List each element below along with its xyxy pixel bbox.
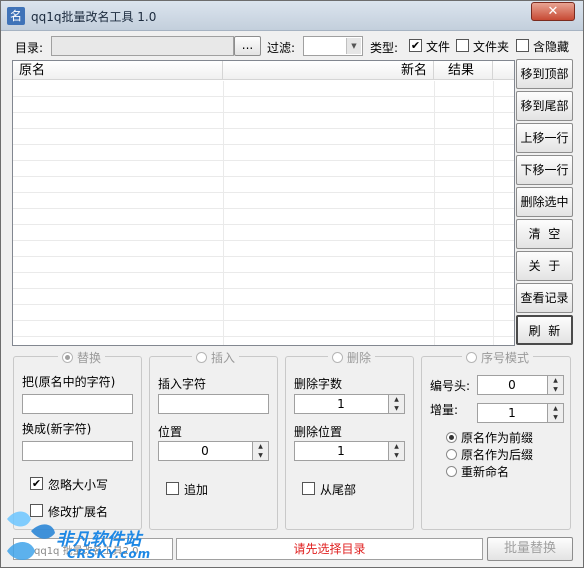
insert-pos-spinner[interactable]: 0 ▲ ▼ [158, 441, 269, 461]
filter-label: 过滤: [267, 41, 296, 55]
file-list[interactable]: 原名 新名 结果 [12, 60, 515, 346]
type-folder-label: 文件夹 [473, 40, 510, 54]
replace-group: 替换 把(原名中的字符) 换成(新字符) ✔ 忽略大小写 修改扩展名 [13, 349, 142, 530]
browse-button[interactable]: ... [234, 36, 261, 56]
move-down-button[interactable]: 下移一行 [516, 155, 573, 185]
insert-chars-label: 插入字符 [158, 377, 207, 391]
delete-pos-value: 1 [337, 444, 345, 458]
col-result[interactable]: 结果 [434, 61, 493, 80]
list-rows [13, 81, 514, 345]
dir-label: 目录: [15, 41, 44, 55]
spinner-arrows-icon[interactable]: ▲ ▼ [252, 442, 268, 460]
type-file-label: 文件 [426, 40, 451, 54]
delete-pos-label: 删除位置 [294, 425, 343, 439]
watermark-domain: CRSKY.com [67, 547, 152, 561]
serial-group: 序号模式 编号头: 0 ▲ ▼ 增量: 1 ▲ ▼ 原名作为前缀 原名作为后缀 重新… [421, 349, 571, 530]
batch-replace-button[interactable]: 批量替换 [487, 537, 573, 561]
insert-pos-label: 位置 [158, 425, 183, 439]
step-value: 1 [508, 406, 516, 420]
mode-suffix-label: 原名作为后缀 [461, 448, 534, 462]
type-label: 类型: [370, 41, 399, 55]
status-message: 请先选择目录 [293, 542, 366, 556]
list-col-divider [434, 81, 435, 345]
delete-selected-button[interactable]: 删除选中 [516, 187, 573, 217]
type-hidden-label: 含隐藏 [533, 40, 570, 54]
delete-group: 删除 删除字数 1 ▲ ▼ 删除位置 1 ▲ ▼ 从尾部 [285, 349, 414, 530]
radio-icon [62, 352, 73, 363]
delete-pos-spinner[interactable]: 1 ▲ ▼ [294, 441, 405, 461]
prefix-value: 0 [508, 378, 516, 392]
step-label: 增量: [430, 403, 459, 417]
replace-to-input[interactable] [22, 441, 133, 461]
from-end-label: 从尾部 [320, 483, 357, 497]
ignore-case-checkbox[interactable]: ✔ [30, 477, 43, 490]
view-log-button[interactable]: 查看记录 [516, 283, 573, 313]
mode-prefix-option[interactable]: 原名作为前缀 [446, 429, 533, 446]
replace-from-input[interactable] [22, 394, 133, 414]
title-bar: 名 qq1q批量改名工具 1.0 ✕ [1, 1, 583, 31]
move-bottom-button[interactable]: 移到尾部 [516, 91, 573, 121]
radio-icon [446, 466, 457, 477]
dir-input[interactable] [51, 36, 234, 56]
insert-legend: 插入 [211, 351, 236, 365]
spinner-arrows-icon[interactable]: ▲ ▼ [388, 395, 404, 413]
mode-rename-option[interactable]: 重新命名 [446, 463, 509, 480]
spinner-arrows-icon[interactable]: ▲ ▼ [547, 404, 563, 422]
insert-pos-value: 0 [201, 444, 209, 458]
insert-chars-input[interactable] [158, 394, 269, 414]
site-watermark: 非凡软件站 CRSKY.com [1, 507, 176, 568]
mode-suffix-option[interactable]: 原名作为后缀 [446, 446, 533, 463]
delete-mode-radio[interactable]: 删除 [328, 349, 376, 366]
delete-count-spinner[interactable]: 1 ▲ ▼ [294, 394, 405, 414]
replace-from-label: 把(原名中的字符) [22, 375, 116, 389]
radio-icon [332, 352, 343, 363]
radio-icon [466, 352, 477, 363]
replace-to-label: 换成(新字符) [22, 422, 92, 436]
mode-rename-label: 重新命名 [461, 465, 510, 479]
type-folder-checkbox[interactable] [456, 39, 469, 52]
append-label: 追加 [184, 483, 209, 497]
list-col-divider [223, 81, 224, 345]
list-col-divider [493, 81, 494, 345]
close-button[interactable]: ✕ [531, 2, 575, 21]
main-window: 名 qq1q批量改名工具 1.0 ✕ 目录: ... 过滤: ▼ 类型: ✔ 文… [0, 0, 584, 568]
from-end-checkbox[interactable] [302, 482, 315, 495]
serial-legend: 序号模式 [481, 351, 530, 365]
col-new-name[interactable]: 新名 [223, 61, 434, 80]
ignore-case-label: 忽略大小写 [48, 478, 109, 492]
replace-legend: 替换 [77, 351, 102, 365]
list-header: 原名 新名 结果 [13, 61, 514, 80]
replace-mode-radio[interactable]: 替换 [58, 349, 106, 366]
app-icon: 名 [7, 7, 25, 25]
delete-count-value: 1 [337, 397, 345, 411]
append-checkbox[interactable] [166, 482, 179, 495]
insert-group: 插入 插入字符 位置 0 ▲ ▼ 追加 [149, 349, 278, 530]
clear-button[interactable]: 清 空 [516, 219, 573, 249]
spinner-arrows-icon[interactable]: ▲ ▼ [547, 376, 563, 394]
step-spinner[interactable]: 1 ▲ ▼ [477, 403, 564, 423]
type-hidden-checkbox[interactable] [516, 39, 529, 52]
spinner-arrows-icon[interactable]: ▲ ▼ [388, 442, 404, 460]
radio-icon [196, 352, 207, 363]
move-top-button[interactable]: 移到顶部 [516, 59, 573, 89]
col-original-name[interactable]: 原名 [13, 61, 223, 80]
insert-mode-radio[interactable]: 插入 [192, 349, 240, 366]
type-file-checkbox[interactable]: ✔ [409, 39, 422, 52]
refresh-button[interactable]: 刷 新 [516, 315, 573, 345]
radio-icon [446, 432, 457, 443]
serial-mode-radio[interactable]: 序号模式 [462, 349, 534, 366]
move-up-button[interactable]: 上移一行 [516, 123, 573, 153]
prefix-spinner[interactable]: 0 ▲ ▼ [477, 375, 564, 395]
window-title: qq1q批量改名工具 1.0 [31, 10, 157, 24]
about-button[interactable]: 关 于 [516, 251, 573, 281]
status-message-box: 请先选择目录 [176, 538, 483, 560]
filter-select[interactable]: ▼ [303, 36, 363, 56]
mode-prefix-label: 原名作为前缀 [461, 431, 534, 445]
radio-icon [446, 449, 457, 460]
chevron-down-icon: ▼ [346, 38, 361, 54]
delete-count-label: 删除字数 [294, 377, 343, 391]
delete-legend: 删除 [347, 351, 372, 365]
prefix-label: 编号头: [430, 379, 471, 393]
